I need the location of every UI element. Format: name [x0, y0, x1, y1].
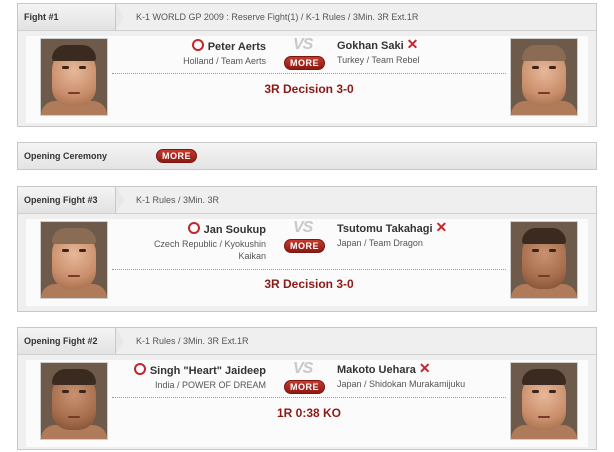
vs-label: VS [293, 360, 313, 377]
winner-team: Holland / Team Aerts [183, 56, 266, 66]
ceremony-label: Opening Ceremony [24, 151, 108, 161]
winner-name[interactable]: Jan Soukup [204, 224, 266, 236]
win-circle-icon [187, 222, 200, 234]
lose-x-icon: ✕ [406, 36, 419, 52]
loser-team: Japan / Shidokan Murakamijuku [337, 379, 466, 389]
winner-team: India / POWER OF DREAM [154, 380, 266, 390]
win-circle-icon [133, 363, 146, 375]
fight-info: K-1 Rules / 3Min. 3R Ext.1R [136, 336, 249, 346]
winner-block: Peter Aerts Holland / Team Aerts [66, 39, 266, 67]
fight-panel-2: Opening Fight #3 K-1 Rules / 3Min. 3R Ja… [17, 186, 597, 312]
fight-result: 3R Decision 3-0 [264, 277, 354, 291]
fight-label: Opening Fight #2 [18, 328, 124, 354]
lose-x-icon: ✕ [435, 219, 448, 235]
more-button[interactable]: MORE [284, 56, 325, 70]
fight-label: Opening Fight #3 [18, 187, 124, 213]
more-button[interactable]: MORE [284, 239, 325, 253]
winner-team: Czech Republic / Kyokushin Kaikan [153, 239, 266, 261]
vs-label: VS [293, 219, 313, 236]
fight-result: 1R 0:38 KO [276, 406, 342, 420]
fight-header: Fight #1 K-1 WORLD GP 2009 : Reserve Fig… [18, 4, 596, 31]
loser-block: Tsutomu Takahagi ✕ Japan / Team Dragon [337, 219, 537, 249]
winner-name[interactable]: Singh "Heart" Jaideep [150, 365, 266, 377]
loser-team: Japan / Team Dragon [337, 238, 423, 248]
winner-block: Jan Soukup Czech Republic / Kyokushin Ka… [66, 222, 266, 262]
fight-card: Peter Aerts Holland / Team Aerts VS MORE… [26, 36, 588, 123]
fight-label: Fight #1 [18, 4, 124, 30]
fight-card: Jan Soukup Czech Republic / Kyokushin Ka… [26, 219, 588, 306]
fight-header: Opening Fight #2 K-1 Rules / 3Min. 3R Ex… [18, 328, 596, 355]
vs-label: VS [293, 36, 313, 53]
divider [112, 73, 506, 74]
winner-name[interactable]: Peter Aerts [208, 41, 266, 53]
win-circle-icon [191, 39, 204, 51]
loser-name[interactable]: Gokhan Saki [337, 40, 404, 52]
winner-block: Singh "Heart" Jaideep India / POWER OF D… [66, 363, 266, 391]
divider [112, 269, 506, 270]
fighter-photo-right[interactable] [510, 38, 578, 116]
lose-x-icon: ✕ [418, 360, 431, 376]
fight-panel-3: Opening Fight #2 K-1 Rules / 3Min. 3R Ex… [17, 327, 597, 450]
ceremony-bar: Opening Ceremony MORE [17, 142, 597, 170]
divider [112, 397, 506, 398]
loser-block: Makoto Uehara ✕ Japan / Shidokan Murakami… [337, 360, 537, 390]
loser-team: Turkey / Team Rebel [337, 55, 420, 65]
ceremony-more-button[interactable]: MORE [156, 149, 197, 163]
fighter-photo-right[interactable] [510, 221, 578, 299]
loser-block: Gokhan Saki ✕ Turkey / Team Rebel [337, 36, 537, 66]
fight-panel-1: Fight #1 K-1 WORLD GP 2009 : Reserve Fig… [17, 3, 597, 127]
fighter-photo-right[interactable] [510, 362, 578, 440]
fight-header: Opening Fight #3 K-1 Rules / 3Min. 3R [18, 187, 596, 214]
fight-info: K-1 Rules / 3Min. 3R [136, 195, 220, 205]
fight-result: 3R Decision 3-0 [264, 82, 354, 96]
more-button[interactable]: MORE [284, 380, 325, 394]
loser-name[interactable]: Tsutomu Takahagi [337, 223, 433, 235]
fight-info: K-1 WORLD GP 2009 : Reserve Fight(1) / K… [136, 12, 419, 22]
loser-name[interactable]: Makoto Uehara [337, 364, 416, 376]
fight-card: Singh "Heart" Jaideep India / POWER OF D… [26, 360, 588, 447]
